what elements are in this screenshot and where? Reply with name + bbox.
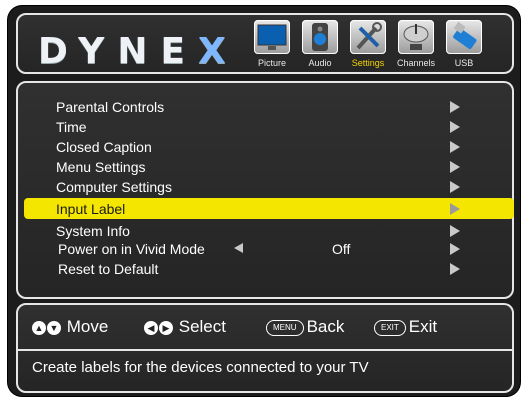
down-button-icon: ▼ bbox=[47, 320, 61, 335]
tab-usb[interactable]: USB bbox=[442, 20, 486, 72]
chevron-right-icon bbox=[450, 161, 460, 173]
chevron-right-icon bbox=[450, 203, 460, 215]
chevron-right-icon bbox=[450, 181, 460, 193]
chevron-right-icon bbox=[450, 121, 460, 133]
tab-picture[interactable]: Picture bbox=[250, 20, 294, 72]
dynex-logo: DYNEX bbox=[38, 31, 239, 72]
vivid-mode-value: Off bbox=[332, 241, 351, 257]
tab-channels[interactable]: Channels bbox=[394, 20, 438, 72]
exit-key-icon: EXIT bbox=[374, 319, 406, 336]
hint-back: MENU Back bbox=[266, 317, 344, 337]
menu-item-closed-caption[interactable]: Closed Caption bbox=[18, 137, 512, 157]
monitor-icon bbox=[254, 20, 290, 54]
tab-settings[interactable]: Settings bbox=[346, 20, 390, 72]
footer-divider bbox=[18, 349, 512, 351]
chevron-right-icon bbox=[450, 263, 460, 275]
hint-move: ▲ ▼ Move bbox=[32, 317, 108, 337]
tools-icon bbox=[350, 20, 386, 54]
chevron-left-icon[interactable] bbox=[234, 243, 243, 253]
tab-audio[interactable]: Audio bbox=[298, 20, 342, 72]
satellite-dish-icon bbox=[398, 20, 434, 54]
menu-item-menu-settings[interactable]: Menu Settings bbox=[18, 157, 512, 177]
menu-item-power-on-vivid-mode[interactable]: Power on in Vivid Mode Off bbox=[18, 239, 512, 259]
menu-item-reset-to-default[interactable]: Reset to Default bbox=[18, 259, 512, 279]
footer-panel: ▲ ▼ Move ◀ ▶ Select MENU Back EXIT Exit Crea… bbox=[16, 303, 514, 393]
menu-item-computer-settings[interactable]: Computer Settings bbox=[18, 177, 512, 197]
help-description: Create labels for the devices connected … bbox=[32, 359, 369, 376]
chevron-right-icon[interactable] bbox=[450, 243, 460, 255]
menu-item-time[interactable]: Time bbox=[18, 117, 512, 137]
usb-drive-icon bbox=[446, 20, 482, 54]
hint-select: ◀ ▶ Select bbox=[144, 317, 226, 337]
hint-exit: EXIT Exit bbox=[374, 317, 437, 337]
settings-menu: Parental Controls Time Closed Caption Me… bbox=[16, 81, 514, 299]
left-button-icon: ◀ bbox=[144, 320, 158, 335]
menu-item-parental-controls[interactable]: Parental Controls bbox=[18, 97, 512, 117]
up-button-icon: ▲ bbox=[32, 320, 46, 335]
right-button-icon: ▶ bbox=[159, 320, 173, 335]
chevron-right-icon bbox=[450, 101, 460, 113]
header-panel: DYNEX Picture Audio Settings Channels US… bbox=[16, 13, 514, 74]
menu-key-icon: MENU bbox=[266, 319, 304, 336]
menu-item-system-info[interactable]: System Info bbox=[18, 221, 512, 241]
chevron-right-icon bbox=[450, 225, 460, 237]
chevron-right-icon bbox=[450, 141, 460, 153]
menu-item-input-label[interactable]: Input Label bbox=[18, 198, 514, 219]
speaker-icon bbox=[302, 20, 338, 54]
